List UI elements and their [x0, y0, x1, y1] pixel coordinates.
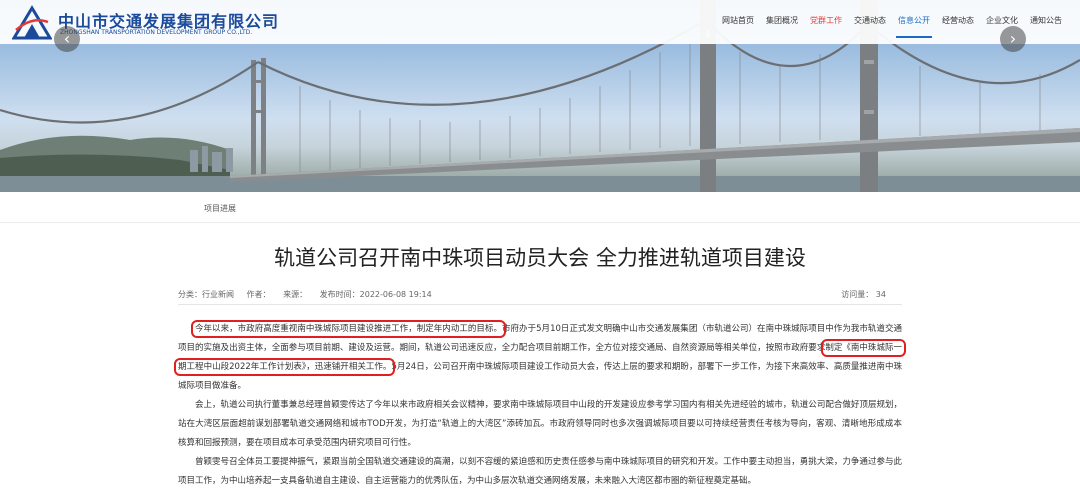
nav-home[interactable]: 网站首页 [716, 0, 760, 44]
breadcrumb[interactable]: 项目进展 [204, 203, 236, 214]
article-meta: 分类：行业新闻 作者： 来源： 发布时间：2022-06-08 19:14 [178, 289, 442, 300]
meta-category: 分类：行业新闻 [178, 290, 234, 299]
nav-party-work[interactable]: 党群工作 [804, 0, 848, 44]
nav-business-news[interactable]: 经营动态 [936, 0, 980, 44]
highlighted-sentence-1: 今年以来，市政府高度重视南中珠城际项目建设推进工作，制定年内动工的目标。 [191, 320, 506, 338]
carousel-prev-icon[interactable]: ‹ [54, 26, 80, 52]
carousel-next-icon[interactable]: › [1000, 26, 1026, 52]
paragraph-1: 今年以来，市政府高度重视南中珠城际项目建设推进工作，制定年内动工的目标。市府办于… [174, 320, 906, 396]
meta-divider [178, 304, 902, 305]
nav-group-overview[interactable]: 集团概况 [760, 0, 804, 44]
meta-author: 作者： [246, 290, 271, 299]
meta-published: 发布时间：2022-06-08 19:14 [319, 290, 432, 299]
article-body: 今年以来，市政府高度重视南中珠城际项目建设推进工作，制定年内动工的目标。市府办于… [174, 320, 906, 491]
company-logo-icon[interactable] [12, 4, 52, 40]
meta-visits: 访问量： 34 [841, 290, 886, 299]
nav-info-disclosure[interactable]: 信息公开 [892, 0, 936, 44]
article-title: 轨道公司召开南中珠项目动员大会 全力推进轨道项目建设 [274, 246, 806, 270]
company-name-en: ZHONGSHAN TRANSPORTATION DEVELOPMENT GRO… [60, 29, 253, 36]
meta-source: 来源： [283, 290, 308, 299]
divider [0, 222, 1080, 223]
paragraph-2: 会上，轨道公司执行董事兼总经理曾颖雯传达了今年以来市政府相关会议精神，要求南中珠… [178, 400, 902, 448]
nav-notices[interactable]: 通知公告 [1024, 0, 1068, 44]
hero-banner: 中山市交通发展集团有限公司 ZHONGSHAN TRANSPORTATION D… [0, 0, 1080, 192]
paragraph-3: 曾颖雯号召全体员工要提神振气，紧跟当前全国轨道交通建设的高潮，以刻不容缓的紧迫感… [178, 457, 902, 486]
nav-traffic-news[interactable]: 交通动态 [848, 0, 892, 44]
